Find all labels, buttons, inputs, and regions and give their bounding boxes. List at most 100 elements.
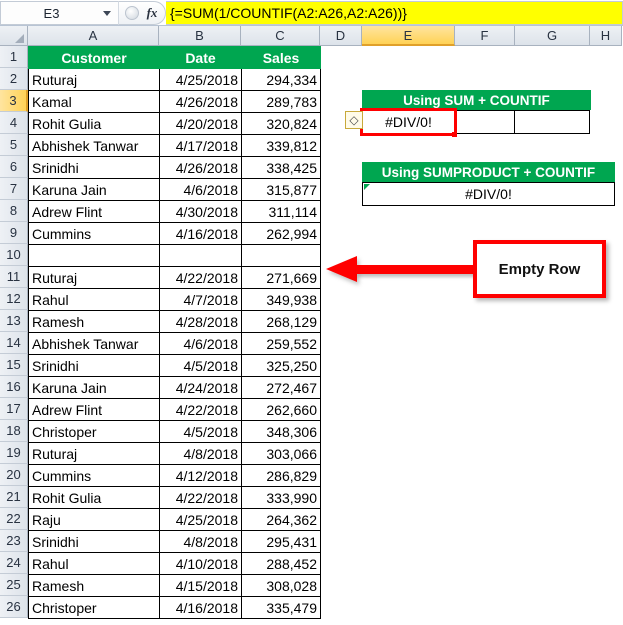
cell-customer-24[interactable]: Rahul	[28, 552, 160, 575]
cell-date-11[interactable]: 4/22/2018	[159, 266, 242, 289]
column-header-f[interactable]: F	[455, 26, 515, 46]
row-header-14[interactable]: 14	[0, 332, 28, 354]
sum-countif-blank-cell-g[interactable]	[515, 110, 590, 134]
column-header-g[interactable]: G	[515, 26, 590, 46]
row-header-5[interactable]: 5	[0, 134, 28, 156]
cell-sales-11[interactable]: 271,669	[241, 266, 321, 289]
cell-date-16[interactable]: 4/24/2018	[159, 376, 242, 399]
cell-sales-2[interactable]: 294,334	[241, 68, 321, 91]
cell-customer-17[interactable]: Adrew Flint	[28, 398, 160, 421]
row-header-6[interactable]: 6	[0, 156, 28, 178]
cell-sales-22[interactable]: 264,362	[241, 508, 321, 531]
formula-input[interactable]: {=SUM(1/COUNTIF(A2:A26,A2:A26))}	[166, 1, 623, 25]
cell-customer-10[interactable]	[28, 244, 160, 267]
row-header-15[interactable]: 15	[0, 354, 28, 376]
row-header-13[interactable]: 13	[0, 310, 28, 332]
row-header-17[interactable]: 17	[0, 398, 28, 420]
row-header-18[interactable]: 18	[0, 420, 28, 442]
sum-countif-value-cell[interactable]: #DIV/0!	[362, 110, 455, 134]
cell-customer-22[interactable]: Raju	[28, 508, 160, 531]
cell-date-17[interactable]: 4/22/2018	[159, 398, 242, 421]
cell-customer-5[interactable]: Abhishek Tanwar	[28, 134, 160, 157]
row-header-21[interactable]: 21	[0, 486, 28, 508]
cell-date-19[interactable]: 4/8/2018	[159, 442, 242, 465]
sumproduct-countif-value-cell[interactable]: #DIV/0!	[362, 182, 615, 206]
cell-customer-20[interactable]: Cummins	[28, 464, 160, 487]
cell-sales-18[interactable]: 348,306	[241, 420, 321, 443]
cell-date-2[interactable]: 4/25/2018	[159, 68, 242, 91]
cell-customer-16[interactable]: Karuna Jain	[28, 376, 160, 399]
expand-formula-bar-icon[interactable]	[125, 6, 139, 20]
cell-customer-26[interactable]: Christoper	[28, 596, 160, 619]
row-header-16[interactable]: 16	[0, 376, 28, 398]
cell-sales-24[interactable]: 288,452	[241, 552, 321, 575]
cell-date-21[interactable]: 4/22/2018	[159, 486, 242, 509]
select-all-corner[interactable]	[0, 26, 28, 46]
sum-countif-blank-cell-f[interactable]	[455, 110, 515, 134]
smart-tag-icon[interactable]: ◇	[345, 111, 363, 129]
table-header-sales[interactable]: Sales	[241, 46, 321, 69]
cell-sales-12[interactable]: 349,938	[241, 288, 321, 311]
cell-customer-15[interactable]: Srinidhi	[28, 354, 160, 377]
row-header-19[interactable]: 19	[0, 442, 28, 464]
cell-sales-13[interactable]: 268,129	[241, 310, 321, 333]
row-header-3[interactable]: 3	[0, 90, 28, 112]
cell-sales-9[interactable]: 262,994	[241, 222, 321, 245]
cell-sales-21[interactable]: 333,990	[241, 486, 321, 509]
cell-date-10[interactable]	[159, 244, 242, 267]
cell-sales-3[interactable]: 289,783	[241, 90, 321, 113]
cell-customer-13[interactable]: Ramesh	[28, 310, 160, 333]
chevron-down-icon[interactable]	[103, 11, 111, 16]
cell-sales-17[interactable]: 262,660	[241, 398, 321, 421]
cell-customer-21[interactable]: Rohit Gulia	[28, 486, 160, 509]
cell-sales-5[interactable]: 339,812	[241, 134, 321, 157]
column-header-b[interactable]: B	[159, 26, 241, 46]
row-header-23[interactable]: 23	[0, 530, 28, 552]
cell-customer-3[interactable]: Kamal	[28, 90, 160, 113]
cell-customer-11[interactable]: Ruturaj	[28, 266, 160, 289]
cell-date-3[interactable]: 4/26/2018	[159, 90, 242, 113]
cell-date-23[interactable]: 4/8/2018	[159, 530, 242, 553]
row-header-20[interactable]: 20	[0, 464, 28, 486]
fill-handle[interactable]	[452, 132, 457, 137]
cell-date-15[interactable]: 4/5/2018	[159, 354, 242, 377]
cell-customer-25[interactable]: Ramesh	[28, 574, 160, 597]
column-header-d[interactable]: D	[320, 26, 362, 46]
cell-customer-6[interactable]: Srinidhi	[28, 156, 160, 179]
cell-date-4[interactable]: 4/20/2018	[159, 112, 242, 135]
cell-date-20[interactable]: 4/12/2018	[159, 464, 242, 487]
cell-sales-6[interactable]: 338,425	[241, 156, 321, 179]
cell-date-13[interactable]: 4/28/2018	[159, 310, 242, 333]
cell-sales-25[interactable]: 308,028	[241, 574, 321, 597]
cell-sales-26[interactable]: 335,479	[241, 596, 321, 619]
row-header-9[interactable]: 9	[0, 222, 28, 244]
cell-sales-7[interactable]: 315,877	[241, 178, 321, 201]
cell-sales-15[interactable]: 325,250	[241, 354, 321, 377]
cell-sales-16[interactable]: 272,467	[241, 376, 321, 399]
cell-customer-8[interactable]: Adrew Flint	[28, 200, 160, 223]
cell-date-18[interactable]: 4/5/2018	[159, 420, 242, 443]
cell-date-25[interactable]: 4/15/2018	[159, 574, 242, 597]
column-header-c[interactable]: C	[241, 26, 320, 46]
cell-sales-4[interactable]: 320,824	[241, 112, 321, 135]
row-header-24[interactable]: 24	[0, 552, 28, 574]
column-header-e[interactable]: E	[362, 26, 455, 46]
row-header-1[interactable]: 1	[0, 46, 28, 68]
cell-date-12[interactable]: 4/7/2018	[159, 288, 242, 311]
cell-date-14[interactable]: 4/6/2018	[159, 332, 242, 355]
column-header-h[interactable]: H	[590, 26, 622, 46]
cell-date-6[interactable]: 4/26/2018	[159, 156, 242, 179]
table-header-date[interactable]: Date	[159, 46, 242, 69]
cell-date-9[interactable]: 4/16/2018	[159, 222, 242, 245]
row-header-12[interactable]: 12	[0, 288, 28, 310]
cell-sales-8[interactable]: 311,114	[241, 200, 321, 223]
cell-date-5[interactable]: 4/17/2018	[159, 134, 242, 157]
cell-customer-19[interactable]: Ruturaj	[28, 442, 160, 465]
row-header-10[interactable]: 10	[0, 244, 28, 266]
cell-customer-18[interactable]: Christoper	[28, 420, 160, 443]
row-header-25[interactable]: 25	[0, 574, 28, 596]
row-header-11[interactable]: 11	[0, 266, 28, 288]
cell-sales-23[interactable]: 295,431	[241, 530, 321, 553]
column-header-a[interactable]: A	[28, 26, 159, 46]
cell-date-22[interactable]: 4/25/2018	[159, 508, 242, 531]
